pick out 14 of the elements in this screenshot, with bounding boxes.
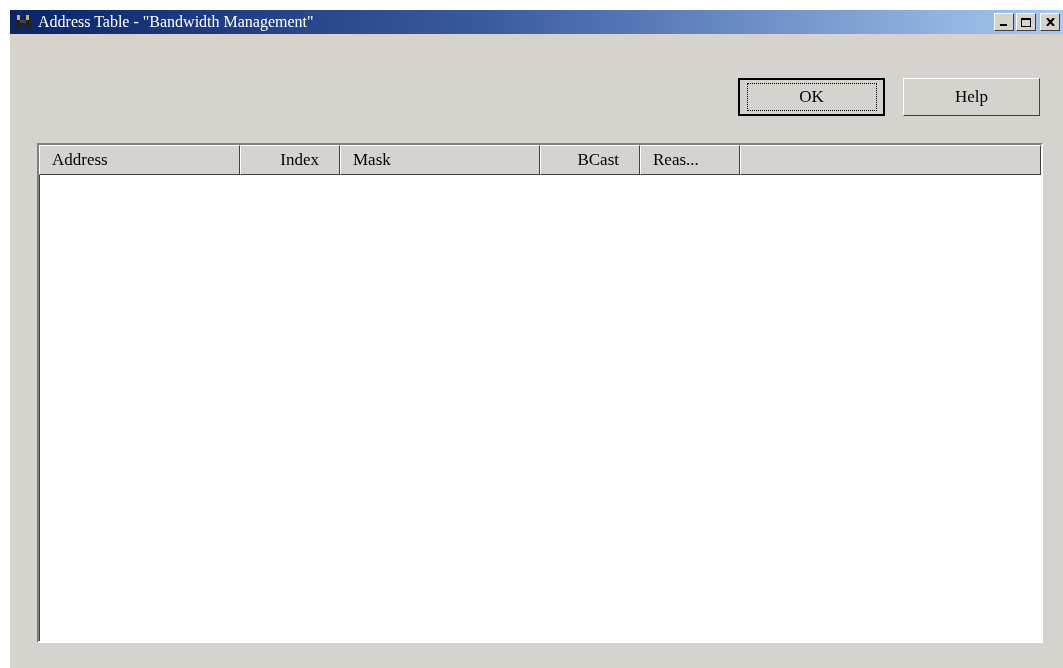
maximize-button[interactable] (1016, 13, 1036, 31)
ok-button[interactable]: OK (738, 78, 885, 116)
column-header[interactable]: Reas... (640, 145, 740, 175)
maximize-icon (1021, 17, 1031, 27)
help-button[interactable]: Help (903, 78, 1040, 116)
column-header[interactable]: Index (240, 145, 340, 175)
column-header[interactable]: Mask (340, 145, 540, 175)
close-button[interactable] (1040, 13, 1060, 31)
window-title: Address Table - "Bandwidth Management" (38, 13, 315, 31)
minimize-button[interactable] (994, 13, 1014, 31)
column-header[interactable]: Address (39, 145, 240, 175)
binoculars-icon (14, 14, 32, 30)
close-icon (1045, 18, 1055, 26)
column-header[interactable]: BCast (540, 145, 640, 175)
